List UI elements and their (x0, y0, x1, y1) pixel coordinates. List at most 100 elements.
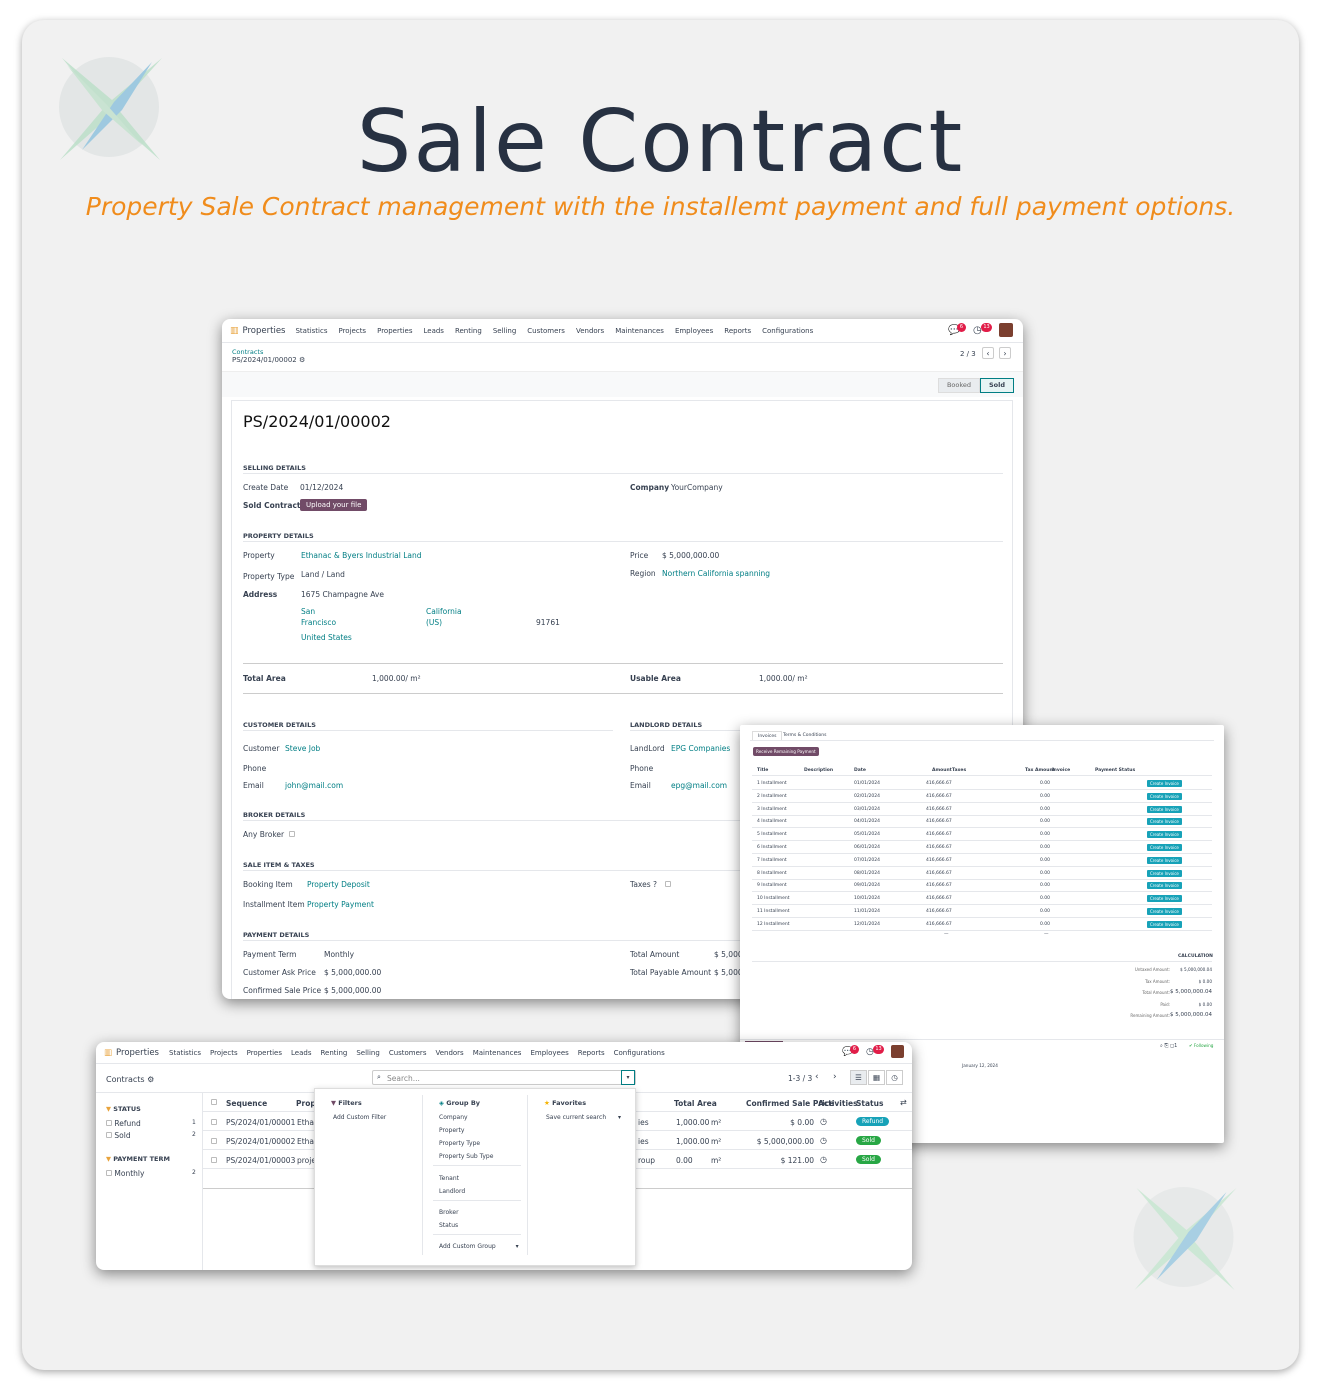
ask-price-value[interactable]: $ 5,000,000.00 (324, 968, 381, 977)
groupby-company[interactable]: Company (439, 1114, 468, 1121)
list-menu-leads[interactable]: Leads (291, 1049, 311, 1057)
groupby-property[interactable]: Property (439, 1127, 464, 1134)
list-user-avatar[interactable] (891, 1045, 904, 1058)
list-menu-employees[interactable]: Employees (530, 1049, 568, 1057)
booking-item-link[interactable]: Property Deposit (307, 880, 370, 889)
list-view-icon[interactable]: ☰ (850, 1070, 867, 1085)
create-invoice-button[interactable]: Create Invoice (1147, 844, 1182, 851)
menu-employees[interactable]: Employees (675, 327, 713, 335)
monthly-checkbox[interactable] (106, 1170, 112, 1176)
list-menu-renting[interactable]: Renting (320, 1049, 347, 1057)
create-invoice-button[interactable]: Create Invoice (1147, 831, 1182, 839)
city-line2[interactable]: Francisco (301, 618, 336, 627)
col-status[interactable]: Status (856, 1099, 883, 1108)
menu-selling[interactable]: Selling (493, 327, 516, 335)
select-all-checkbox[interactable] (211, 1099, 217, 1105)
row-checkbox[interactable] (211, 1138, 217, 1144)
col-total-area[interactable]: Total Area (674, 1099, 717, 1108)
landlord-email-link[interactable]: epg@mail.com (671, 781, 727, 790)
col-activities[interactable]: Activities (818, 1099, 858, 1108)
app-menu[interactable]: ▥ Properties (230, 326, 285, 336)
list-menu-projects[interactable]: Projects (210, 1049, 238, 1057)
breadcrumb-contracts[interactable]: Contracts (232, 348, 263, 356)
create-invoice-button[interactable]: Create Invoice (1147, 869, 1182, 877)
landlord-link[interactable]: EPG Companies (671, 744, 730, 753)
create-invoice-button[interactable]: Create Invoice (1147, 856, 1182, 864)
create-date-value[interactable]: 01/12/2024 (300, 483, 343, 492)
confirmed-price-value[interactable]: $ 5,000,000.00 (324, 986, 381, 995)
create-invoice-button[interactable]: Create Invoice (1147, 780, 1182, 787)
create-invoice-button[interactable]: Create Invoice (1147, 908, 1182, 915)
list-gear-icon[interactable]: ⚙ (147, 1075, 154, 1084)
menu-leads[interactable]: Leads (423, 327, 443, 335)
col-sequence[interactable]: Sequence (226, 1099, 267, 1108)
row-activity-icon[interactable]: ◷ (820, 1155, 827, 1164)
column-settings-icon[interactable]: ⇄ (900, 1098, 907, 1107)
sold-checkbox[interactable] (106, 1132, 112, 1138)
list-menu-vendors[interactable]: Vendors (435, 1049, 463, 1057)
city-line1[interactable]: San (301, 607, 315, 616)
refund-checkbox[interactable] (106, 1120, 112, 1126)
state-line1[interactable]: California (426, 607, 462, 616)
row-checkbox[interactable] (211, 1157, 217, 1163)
menu-projects[interactable]: Projects (338, 327, 366, 335)
save-current-search[interactable]: Save current search ▾ (546, 1114, 621, 1121)
taxes-checkbox[interactable] (665, 881, 671, 887)
any-broker-checkbox[interactable] (289, 831, 295, 837)
groupby-status[interactable]: Status (439, 1222, 458, 1229)
country-link[interactable]: United States (301, 633, 352, 642)
state-line2[interactable]: (US) (426, 618, 442, 627)
search-dropdown-toggle[interactable]: ▾ (621, 1070, 635, 1085)
payment-term-value[interactable]: Monthly (324, 950, 354, 959)
gear-icon[interactable]: ⚙ (299, 356, 305, 364)
installment-item-link[interactable]: Property Payment (307, 900, 374, 909)
property-link[interactable]: Ethanac & Byers Industrial Land (301, 551, 422, 560)
pager-prev-button[interactable]: ‹ (982, 347, 994, 359)
groupby-property-type[interactable]: Property Type (439, 1140, 480, 1147)
list-pager-next[interactable]: › (833, 1072, 837, 1082)
status-sold-item[interactable]: Sold (106, 1131, 131, 1140)
stage-booked[interactable]: Booked (938, 378, 980, 393)
list-menu-selling[interactable]: Selling (356, 1049, 379, 1057)
customer-email-link[interactable]: john@mail.com (285, 781, 343, 790)
customer-link[interactable]: Steve Job (285, 744, 320, 753)
add-custom-filter[interactable]: Add Custom Filter (333, 1114, 386, 1121)
create-invoice-button[interactable]: Create Invoice (1147, 805, 1182, 813)
menu-maintenances[interactable]: Maintenances (615, 327, 664, 335)
menu-customers[interactable]: Customers (527, 327, 565, 335)
list-menu-maintenances[interactable]: Maintenances (473, 1049, 522, 1057)
create-invoice-button[interactable]: Create Invoice (1147, 818, 1182, 826)
create-invoice-button[interactable]: Create Invoice (1147, 920, 1182, 928)
groupby-tenant[interactable]: Tenant (439, 1175, 459, 1182)
menu-vendors[interactable]: Vendors (576, 327, 604, 335)
pager-next-button[interactable]: › (999, 347, 1011, 359)
tab-terms[interactable]: Terms & Conditions (783, 733, 826, 738)
create-invoice-button[interactable]: Create Invoice (1147, 882, 1182, 890)
menu-statistics[interactable]: Statistics (295, 327, 327, 335)
menu-properties[interactable]: Properties (377, 327, 412, 335)
groupby-landlord[interactable]: Landlord (439, 1188, 465, 1195)
menu-reports[interactable]: Reports (724, 327, 751, 335)
street-value[interactable]: 1675 Champagne Ave (301, 590, 384, 599)
receive-payment-button[interactable]: Receive Remaining Payment (753, 747, 819, 756)
property-type-value[interactable]: Land / Land (301, 570, 345, 579)
total-area-value[interactable]: 1,000.00/ m² (372, 674, 421, 683)
list-menu-statistics[interactable]: Statistics (169, 1049, 201, 1057)
list-pager-prev[interactable]: ‹ (815, 1072, 819, 1082)
following-button[interactable]: ✔ Following (1189, 1043, 1213, 1048)
menu-renting[interactable]: Renting (455, 327, 482, 335)
menu-configurations[interactable]: Configurations (762, 327, 813, 335)
upload-file-button[interactable]: Upload your file (300, 499, 368, 511)
search-input[interactable]: Search... (387, 1074, 420, 1083)
company-value[interactable]: YourCompany (671, 483, 723, 492)
row-checkbox[interactable] (211, 1119, 217, 1125)
add-custom-group[interactable]: Add Custom Group ▾ (439, 1243, 519, 1250)
search-box[interactable]: ⌕ Search... ▾ (372, 1070, 636, 1085)
activity-view-icon[interactable]: ◷ (886, 1070, 903, 1085)
term-monthly-item[interactable]: Monthly (106, 1169, 144, 1178)
list-menu-customers[interactable]: Customers (389, 1049, 427, 1057)
region-link[interactable]: Northern California spanning (662, 569, 770, 578)
list-menu-configurations[interactable]: Configurations (614, 1049, 665, 1057)
list-menu-properties[interactable]: Properties (247, 1049, 282, 1057)
zip-value[interactable]: 91761 (536, 618, 560, 627)
